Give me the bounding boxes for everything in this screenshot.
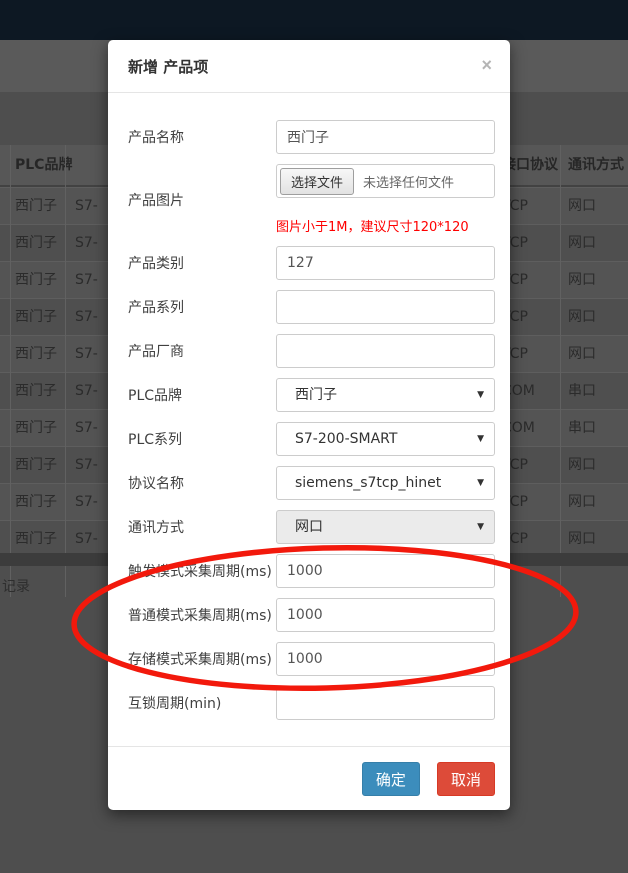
column-header-comm-mode: 通讯方式 — [568, 145, 624, 185]
form-row: 触发模式采集周期(ms) — [128, 554, 495, 588]
select-dropdown[interactable]: 西门子 ▼ — [276, 378, 495, 412]
text-input[interactable] — [276, 598, 495, 632]
cancel-button[interactable]: 取消 — [437, 762, 495, 796]
cell-plc-brand: 西门子 — [15, 188, 57, 225]
form-row: 产品图片 选择文件 未选择任何文件 图片小于1M，建议尺寸120*120 — [128, 164, 495, 236]
select-value: 网口 — [295, 519, 323, 535]
cell-plc-brand: 西门子 — [15, 336, 57, 373]
form-row: 互锁周期(min) — [128, 686, 495, 720]
confirm-button[interactable]: 确定 — [362, 762, 420, 796]
text-input[interactable] — [276, 290, 495, 324]
add-product-modal: 新增 产品项 × 产品名称 产品图片 选择文件 未选择任何文件 图片小于1M，建… — [108, 40, 510, 810]
form-row: 存储模式采集周期(ms) — [128, 642, 495, 676]
cell-comm-mode: 网口 — [568, 447, 596, 484]
chevron-down-icon: ▼ — [477, 379, 484, 411]
form-row: PLC系列 S7-200-SMART ▼ — [128, 422, 495, 456]
modal-title: 新增 产品项 — [128, 58, 208, 76]
top-navbar — [0, 0, 628, 40]
chevron-down-icon: ▼ — [477, 467, 484, 499]
table-column-divider — [560, 145, 561, 597]
cell-plc-brand: 西门子 — [15, 484, 57, 521]
chevron-down-icon: ▼ — [477, 423, 484, 455]
cell-plc-series: S7- — [75, 447, 98, 484]
file-input[interactable]: 选择文件 未选择任何文件 — [276, 164, 495, 198]
text-input[interactable] — [276, 686, 495, 720]
file-status-text: 未选择任何文件 — [363, 172, 454, 191]
cell-plc-series: S7- — [75, 262, 98, 299]
field-label: 触发模式采集周期(ms) — [128, 561, 276, 581]
cell-plc-brand: 西门子 — [15, 299, 57, 336]
text-input[interactable] — [276, 334, 495, 368]
close-icon[interactable]: × — [479, 54, 494, 76]
cell-comm-mode: 网口 — [568, 225, 596, 262]
chevron-down-icon: ▼ — [477, 511, 484, 543]
select-value: siemens_s7tcp_hinet — [295, 475, 441, 491]
cell-comm-mode: 串口 — [568, 373, 596, 410]
select-dropdown[interactable]: siemens_s7tcp_hinet ▼ — [276, 466, 495, 500]
field-label: 通讯方式 — [128, 517, 276, 537]
field-label: 产品名称 — [128, 127, 276, 147]
form-row: 普通模式采集周期(ms) — [128, 598, 495, 632]
text-input[interactable] — [276, 246, 495, 280]
cell-plc-series: S7- — [75, 484, 98, 521]
modal-header: 新增 产品项 × — [108, 40, 510, 93]
cell-plc-brand: 西门子 — [15, 373, 57, 410]
select-value: S7-200-SMART — [295, 431, 397, 447]
cell-plc-series: S7- — [75, 410, 98, 447]
cell-comm-mode: 网口 — [568, 188, 596, 225]
form-row: 产品系列 — [128, 290, 495, 324]
form-row: 产品厂商 — [128, 334, 495, 368]
records-count-label: 记录 — [2, 576, 30, 596]
select-value: 西门子 — [295, 387, 337, 403]
form-row: 产品类别 — [128, 246, 495, 280]
cell-comm-mode: 串口 — [568, 410, 596, 447]
form-row: 通讯方式 网口 ▼ — [128, 510, 495, 544]
form-row: 产品名称 — [128, 120, 495, 154]
cell-plc-brand: 西门子 — [15, 225, 57, 262]
cell-plc-series: S7- — [75, 225, 98, 262]
modal-body: 产品名称 产品图片 选择文件 未选择任何文件 图片小于1M，建议尺寸120*12… — [108, 93, 510, 746]
cell-plc-brand: 西门子 — [15, 447, 57, 484]
cell-plc-series: S7- — [75, 336, 98, 373]
modal-footer: 确定 取消 — [108, 746, 510, 796]
table-border-left — [10, 145, 11, 597]
text-input[interactable] — [276, 642, 495, 676]
cell-plc-series: S7- — [75, 188, 98, 225]
image-size-hint: 图片小于1M，建议尺寸120*120 — [276, 220, 495, 236]
field-label: 普通模式采集周期(ms) — [128, 605, 276, 625]
cell-comm-mode: 网口 — [568, 336, 596, 373]
field-label: 产品系列 — [128, 297, 276, 317]
field-label: 协议名称 — [128, 473, 276, 493]
field-label: 产品厂商 — [128, 341, 276, 361]
cell-comm-mode: 网口 — [568, 484, 596, 521]
app-root: PLC品牌 接口协议 通讯方式 西门子 S7- TCP 网口 西门子 S7- T… — [0, 0, 628, 873]
text-input[interactable] — [276, 120, 495, 154]
cell-plc-series: S7- — [75, 373, 98, 410]
table-column-divider — [65, 145, 66, 597]
cell-plc-series: S7- — [75, 299, 98, 336]
cell-comm-mode: 网口 — [568, 299, 596, 336]
select-dropdown[interactable]: 网口 ▼ — [276, 510, 495, 544]
field-label: 产品图片 — [128, 190, 276, 210]
cell-comm-mode: 网口 — [568, 262, 596, 299]
select-dropdown[interactable]: S7-200-SMART ▼ — [276, 422, 495, 456]
field-label: 存储模式采集周期(ms) — [128, 649, 276, 669]
form-row: 协议名称 siemens_s7tcp_hinet ▼ — [128, 466, 495, 500]
cell-plc-brand: 西门子 — [15, 262, 57, 299]
column-header-plc-brand: PLC品牌 — [15, 145, 72, 185]
cell-plc-brand: 西门子 — [15, 410, 57, 447]
field-label: 产品类别 — [128, 253, 276, 273]
field-label: PLC系列 — [128, 429, 276, 449]
field-label: 互锁周期(min) — [128, 693, 276, 713]
text-input[interactable] — [276, 554, 495, 588]
form-row: PLC品牌 西门子 ▼ — [128, 378, 495, 412]
field-label: PLC品牌 — [128, 385, 276, 405]
choose-file-button[interactable]: 选择文件 — [280, 168, 354, 195]
column-header-interface-protocol: 接口协议 — [502, 145, 558, 185]
